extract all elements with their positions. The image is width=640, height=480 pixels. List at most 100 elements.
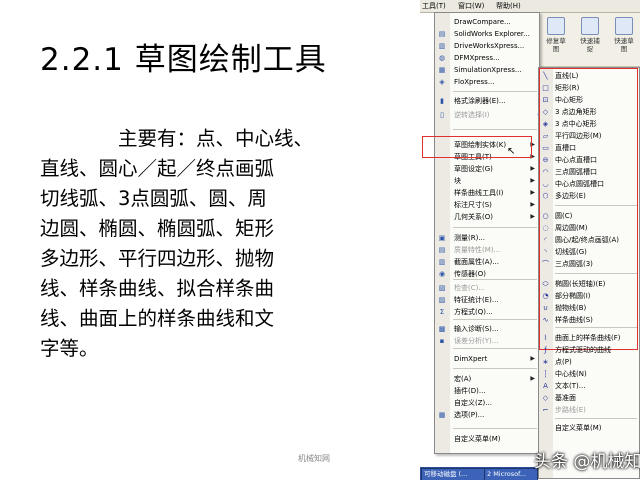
tools-menu-item[interactable]: 自定义(Z)... <box>435 397 539 409</box>
solidworks-screenshot: 工具(T) 窗口(W) 帮助(H) 修复草 图 快速捕 捉 快速草 图 Draw… <box>420 0 640 480</box>
submenu-arrow-icon: ▶ <box>530 355 535 362</box>
centerpoint-arc-slot-icon: ◡ <box>542 180 549 188</box>
tools-menu-item[interactable]: ▪ 误差分析(Y)... <box>435 335 539 347</box>
repair-sketch-button[interactable]: 修复草 图 <box>540 17 572 63</box>
draw-compare-icon <box>438 18 446 26</box>
tools-menu-item[interactable]: ▤ 质量特性(M)... <box>435 244 539 256</box>
tools-menu-item-label: 选项(P)... <box>454 411 485 419</box>
sketch-entity-item[interactable]: ◇ 基准面 <box>539 392 639 404</box>
tools-menu-item[interactable]: 标注尺寸(S) ▶ <box>435 199 539 211</box>
sketch-entity-item[interactable]: ╲ 直线(L) <box>539 70 639 82</box>
three-point-arc-slot-icon: ◠ <box>542 168 549 176</box>
block-icon <box>438 177 446 185</box>
sketch-entity-label: 三点圆弧槽口 <box>555 168 597 176</box>
sketch-entity-item[interactable]: ∿ 样条曲线(S) <box>539 314 639 326</box>
flo-icon: ◈ <box>439 78 445 86</box>
plane-icon: ◇ <box>542 394 549 402</box>
sketch-entity-item[interactable]: ◡ 中心点圆弧槽口 <box>539 178 639 190</box>
menu-help[interactable]: 帮助(H) <box>496 1 521 11</box>
sketch-entity-item[interactable]: ⌇ 曲面上的样条曲线(F) <box>539 332 639 344</box>
slide-body-line: 边圆、椭圆、椭圆弧、矩形 <box>40 217 275 240</box>
tools-menu-item[interactable]: Σ 方程式(Q)... <box>435 306 539 318</box>
sketch-entity-item[interactable]: ∪ 抛物线(B) <box>539 302 639 314</box>
tools-menu-item[interactable]: 自定义菜单(M) <box>435 433 539 445</box>
sketch-entity-item[interactable]: ƒ 方程式驱动的曲线 <box>539 344 639 356</box>
sketch-entity-item[interactable]: ⬡ 多边形(E) <box>539 190 639 202</box>
sketch-entity-item[interactable]: ◈ 3 点中心矩形 <box>539 118 639 130</box>
sketch-entity-item[interactable]: ○ 圆(C) <box>539 210 639 222</box>
sketch-entity-item[interactable]: ⬭ 椭圆(长短轴)(E) <box>539 278 639 290</box>
sketch-entity-item[interactable]: 自定义菜单(M) <box>539 422 639 434</box>
submenu-separator <box>555 418 637 419</box>
sketch-entity-item[interactable]: ◇ 3 点边角矩形 <box>539 106 639 118</box>
slide-body: 主要有：点、中心线、 直线、圆心／起／终点画弧 切线弧、3点圆弧、圆、周 边圆、… <box>40 124 380 364</box>
deviation-analysis-icon: ▪ <box>439 337 445 345</box>
sketch-entity-label: 自定义菜单(M) <box>555 424 602 432</box>
partial-ellipse-icon: ◔ <box>542 292 549 300</box>
taskbar-item[interactable]: 2 Microsof... <box>484 468 538 480</box>
sketch-entity-label: 平行四边形(M) <box>555 132 602 140</box>
sketch-entity-item[interactable]: ◜ 圆心/起/终点画弧(A) <box>539 234 639 246</box>
parallelogram-icon: ▱ <box>542 132 549 140</box>
tools-menu-item[interactable]: ◉ 传感器(O) <box>435 268 539 280</box>
submenu-arrow-icon: ▶ <box>530 165 535 172</box>
tools-menu-item[interactable]: 样条曲线工具(I) ▶ <box>435 187 539 199</box>
sketch-entity-label: 直槽口 <box>555 144 576 152</box>
tools-menu-item[interactable]: ▧ 检查(C)... <box>435 282 539 294</box>
tools-menu-item[interactable]: DrawCompare... <box>435 16 539 28</box>
submenu-arrow-icon: ▶ <box>530 213 535 220</box>
tools-menu-item[interactable]: 插件(D)... <box>435 385 539 397</box>
sketch-entity-item[interactable]: □ 矩形(R) <box>539 82 639 94</box>
mass-properties-icon: ▤ <box>438 246 446 254</box>
sketch-entity-item[interactable]: ▭ 直槽口 <box>539 142 639 154</box>
tools-menu-item-label: DriveWorksXpress... <box>454 42 525 50</box>
tools-menu-item[interactable]: ◍ DFMXpress... <box>435 52 539 64</box>
tools-menu-item[interactable]: ▦ SimulationXpress... <box>435 64 539 76</box>
submenu-arrow-icon: ▶ <box>530 189 535 196</box>
sketch-entity-item[interactable]: ⊖ 中心点直槽口 <box>539 154 639 166</box>
menu-separator <box>453 368 537 369</box>
tools-menu-item[interactable]: 几何关系(O) ▶ <box>435 211 539 223</box>
sketch-entity-item[interactable]: ▱ 平行四边形(M) <box>539 130 639 142</box>
sketch-entity-item[interactable]: ◌ 周边圆(M) <box>539 222 639 234</box>
taskbar-item[interactable]: 可移动磁盘 (... <box>421 468 485 480</box>
sketch-entity-label: 文本(T)... <box>555 382 586 390</box>
tools-menu-item[interactable]: ▥ DriveWorksXpress... <box>435 40 539 52</box>
tools-menu-item-label: 截面属性(A)... <box>454 258 499 266</box>
tools-menu-item[interactable]: ▤ SolidWorks Explorer... <box>435 28 539 40</box>
equation-driven-curve-icon: ƒ <box>544 346 547 354</box>
menu-window[interactable]: 窗口(W) <box>458 1 484 11</box>
tools-menu-item[interactable]: ▨ 特征统计(E)... <box>435 294 539 306</box>
tools-menu-item[interactable]: ▥ 截面属性(A)... <box>435 256 539 268</box>
tools-menu-item[interactable]: ▯ 逆转选择(I) <box>435 109 539 121</box>
tools-menu-item[interactable]: DimXpert ▶ <box>435 353 539 365</box>
tools-menu-item-label: 特征统计(E)... <box>454 296 499 304</box>
quick-snap-button[interactable]: 快速捕 捉 <box>574 17 606 63</box>
tools-menu-item[interactable]: 块 ▶ <box>435 175 539 187</box>
tools-menu-item-label: 逆转选择(I) <box>454 111 490 119</box>
sketch-entity-item[interactable]: ◠ 三点圆弧槽口 <box>539 166 639 178</box>
tools-menu-item[interactable]: 宏(A) ▶ <box>435 373 539 385</box>
tools-menu-item[interactable]: 草图设定(G) ▶ <box>435 163 539 175</box>
feature-statistics-icon: ▨ <box>438 296 446 304</box>
rapid-sketch-button[interactable]: 快速草 图 <box>608 17 640 63</box>
sketch-entity-item[interactable]: ◝ 切线弧(G) <box>539 246 639 258</box>
tools-menu-item[interactable]: ▣ 测量(R)... <box>435 232 539 244</box>
tools-menu-item[interactable]: ▩ 输入诊断(S)... <box>435 323 539 335</box>
sketch-entity-item[interactable]: ∗ 点(P) <box>539 356 639 368</box>
tools-menu-item-label: 自定义(Z)... <box>454 399 492 407</box>
perimeter-circle-icon: ◌ <box>542 224 549 232</box>
sketch-entity-item[interactable]: ⌐ 步路线(E) <box>539 404 639 416</box>
sketch-entity-item[interactable]: ⊡ 中心矩形 <box>539 94 639 106</box>
macro-icon <box>438 375 446 383</box>
sketch-entity-label: 3 点边角矩形 <box>555 108 597 116</box>
menu-tools[interactable]: 工具(T) <box>422 1 446 11</box>
sketch-entity-item[interactable]: ⌒ 三点圆弧(3) <box>539 258 639 270</box>
customize-icon <box>438 399 446 407</box>
tools-menu-item[interactable]: ▦ 选项(P)... <box>435 409 539 421</box>
sketch-entity-item[interactable]: ┆ 中心线(N) <box>539 368 639 380</box>
sketch-entity-item[interactable]: A 文本(T)... <box>539 380 639 392</box>
tools-menu-item[interactable]: ◈ FloXpress... <box>435 76 539 88</box>
tools-menu-item[interactable]: ▮ 格式涂刷器(E)... <box>435 95 539 107</box>
sketch-entity-item[interactable]: ◔ 部分椭圆(I) <box>539 290 639 302</box>
